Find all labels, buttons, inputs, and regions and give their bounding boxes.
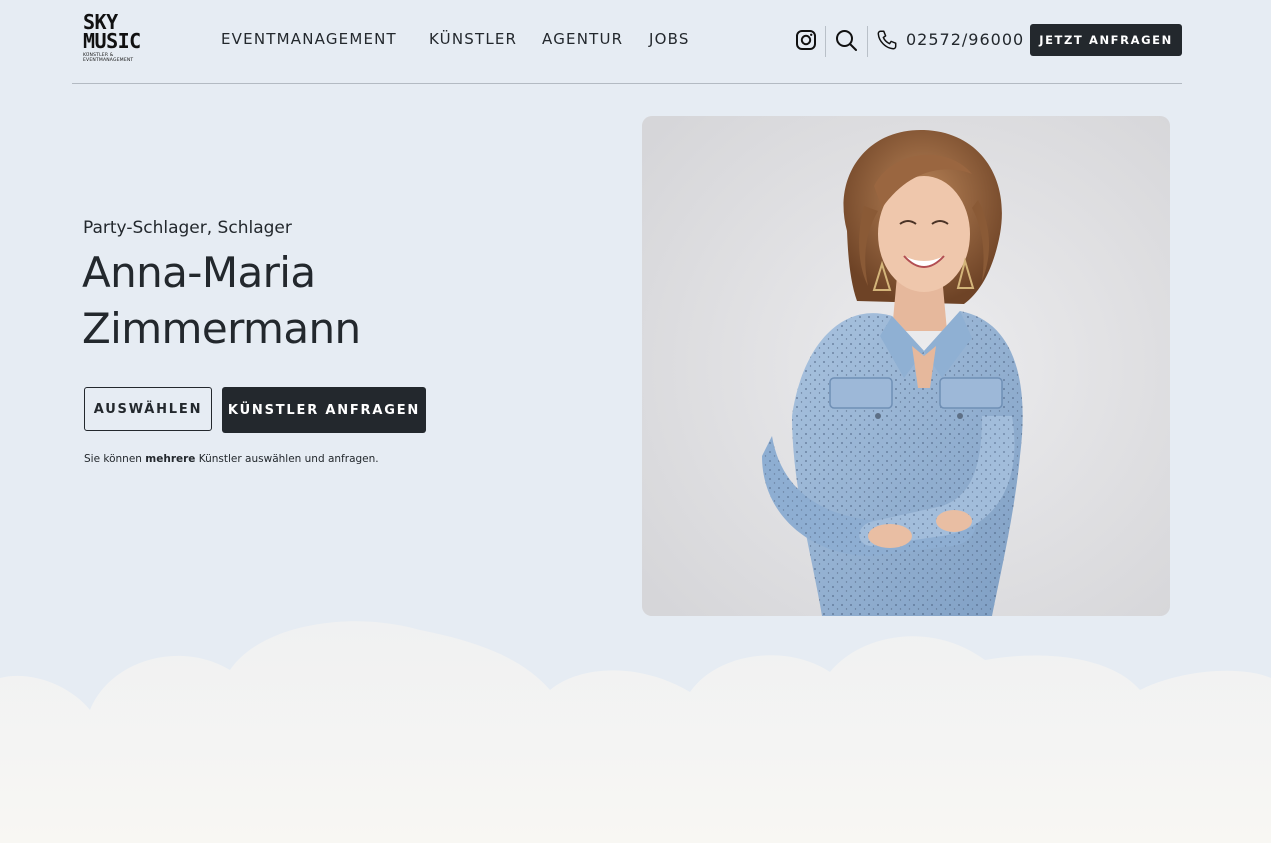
nav-item-agentur[interactable]: AGENTUR xyxy=(542,30,623,48)
artist-genre: Party-Schlager, Schlager xyxy=(83,218,292,238)
select-artist-button[interactable]: AUSWÄHLEN xyxy=(84,387,212,431)
header-divider-line xyxy=(72,83,1182,84)
search-icon[interactable] xyxy=(835,29,857,51)
sky-music-logo[interactable]: SKY MUSIC KÜNSTLER & EVENTMANAGEMENT xyxy=(83,12,145,63)
phone-icon[interactable] xyxy=(876,29,898,51)
site-header: SKY MUSIC KÜNSTLER & EVENTMANAGEMENT EVE… xyxy=(0,0,1271,84)
phone-number[interactable]: 02572/96000 xyxy=(906,30,1024,49)
nav-item-eventmanagement[interactable]: EVENTMANAGEMENT xyxy=(221,30,397,48)
cloud-decoration xyxy=(0,621,1271,843)
selection-hint-bold: mehrere xyxy=(145,453,196,465)
selection-hint-pre: Sie können xyxy=(84,453,146,465)
header-divider xyxy=(825,26,826,57)
instagram-icon[interactable] xyxy=(795,29,817,51)
artist-name-line-1: Anna-Maria xyxy=(82,248,316,297)
artist-name-line-2: Zimmermann xyxy=(82,304,361,353)
logo-tagline: KÜNSTLER & EVENTMANAGEMENT xyxy=(83,53,134,63)
artist-name: Anna-Maria Zimmermann xyxy=(82,245,542,357)
jetzt-anfragen-button[interactable]: JETZT ANFRAGEN xyxy=(1030,24,1182,56)
request-artist-button[interactable]: KÜNSTLER ANFRAGEN xyxy=(222,387,426,433)
logo-line-2: MUSIC xyxy=(83,29,141,53)
header-divider xyxy=(867,26,868,57)
selection-hint: Sie können mehrere Künstler auswählen un… xyxy=(84,453,379,465)
artist-photo xyxy=(642,116,1170,616)
nav-item-jobs[interactable]: JOBS xyxy=(649,30,690,48)
nav-item-kuenstler[interactable]: KÜNSTLER xyxy=(429,30,517,48)
selection-hint-post: Künstler auswählen und anfragen. xyxy=(195,453,379,465)
